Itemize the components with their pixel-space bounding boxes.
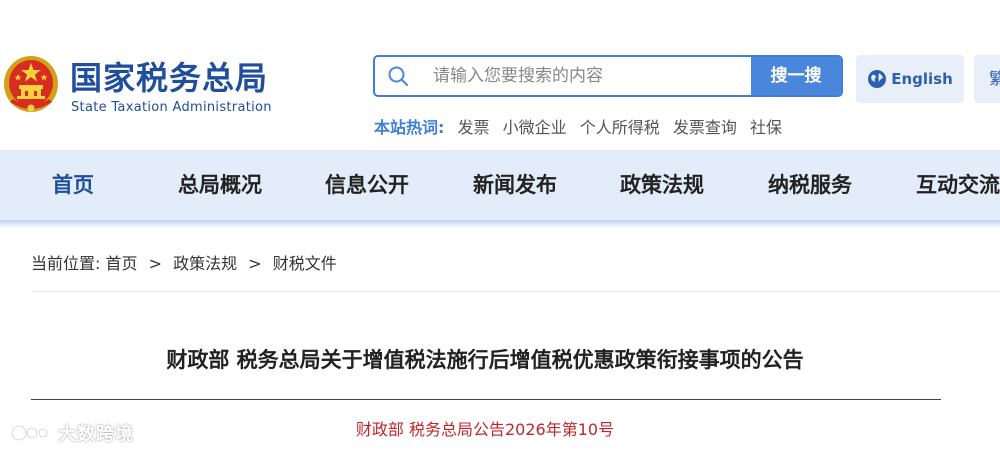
hot-words-label: 本站热词: — [374, 118, 445, 137]
search-button[interactable]: 搜一搜 — [751, 57, 841, 95]
breadcrumb: 当前位置: 首页 > 政策法规 > 财税文件 — [31, 250, 337, 274]
breadcrumb-separator: > — [248, 254, 262, 273]
search-input[interactable] — [433, 57, 753, 95]
breadcrumb-link-home[interactable]: 首页 — [106, 254, 138, 273]
watermark-text: 大数跨境 — [58, 424, 134, 445]
breadcrumb-link-policies[interactable]: 政策法规 — [173, 254, 237, 273]
main-nav: 首页 总局概况 信息公开 新闻发布 政策法规 纳税服务 互动交流 — [0, 150, 1000, 220]
article-title: 财政部 税务总局关于增值税法施行后增值税优惠政策衔接事项的公告 — [166, 348, 804, 372]
document-number: 财政部 税务总局公告2026年第10号 — [355, 420, 615, 439]
traditional-chinese-button[interactable]: 繁 — [974, 55, 1000, 103]
watermark-logo-icon — [10, 424, 49, 442]
site-header: 国家税务总局 State Taxation Administration 搜一搜… — [0, 0, 1000, 150]
hot-word-link[interactable]: 个人所得税 — [580, 118, 660, 137]
breadcrumb-divider — [31, 291, 1000, 292]
nav-item-interaction[interactable]: 互动交流 — [916, 150, 1000, 220]
nav-item-policies[interactable]: 政策法规 — [620, 150, 704, 220]
nav-item-news[interactable]: 新闻发布 — [473, 150, 557, 220]
watermark: 大数跨境 — [10, 420, 134, 446]
breadcrumb-prefix: 当前位置: — [31, 254, 101, 273]
english-label: English — [891, 70, 953, 88]
nav-item-info-disclosure[interactable]: 信息公开 — [325, 150, 409, 220]
hot-word-link[interactable]: 发票查询 — [673, 118, 737, 137]
breadcrumb-separator: > — [148, 254, 163, 273]
english-language-button[interactable]: English — [856, 55, 964, 103]
nav-item-home[interactable]: 首页 — [52, 150, 94, 220]
site-name-cn[interactable]: 国家税务总局 — [70, 58, 268, 98]
globe-icon — [868, 70, 887, 88]
search-icon — [388, 66, 408, 86]
national-emblem-icon[interactable] — [2, 54, 60, 116]
site-name-en[interactable]: State Taxation Administration — [71, 100, 272, 115]
title-divider — [31, 399, 941, 400]
search-box: 搜一搜 — [373, 55, 843, 97]
hot-word-link[interactable]: 社保 — [750, 118, 782, 137]
hot-word-link[interactable]: 发票 — [458, 118, 490, 137]
hot-word-link[interactable]: 小微企业 — [503, 118, 567, 137]
breadcrumb-link-tax-documents[interactable]: 财税文件 — [273, 254, 337, 273]
hot-words: 本站热词: 发票 小微企业 个人所得税 发票查询 社保 — [374, 114, 790, 138]
nav-divider — [0, 220, 1000, 228]
nav-item-tax-service[interactable]: 纳税服务 — [768, 150, 852, 220]
nav-item-about[interactable]: 总局概况 — [178, 150, 262, 220]
